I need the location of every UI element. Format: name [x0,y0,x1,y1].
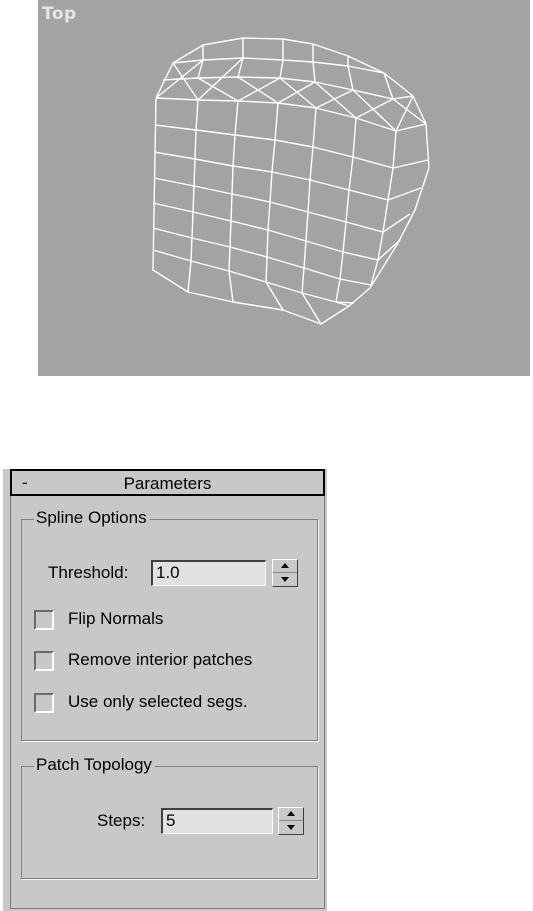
spline-options-title: Spline Options [34,508,150,528]
spinner-down-arrow-icon[interactable] [273,573,297,586]
steps-spinner[interactable] [278,807,304,835]
spinner-up-arrow-icon[interactable] [273,560,297,573]
threshold-field[interactable]: 1.0 [151,560,266,586]
threshold-label: Threshold: [48,563,129,582]
spline-options-group: Spline Options Threshold: 1.0 Flip Norma… [21,508,318,741]
steps-label: Steps: [97,811,146,830]
patch-topology-title: Patch Topology [34,755,155,775]
spinner-up-arrow-icon[interactable] [279,808,303,821]
flip-normals-label[interactable]: Flip Normals [68,609,163,629]
wireframe-patch-mesh [152,37,430,325]
threshold-spinner[interactable] [272,559,298,587]
parameters-rollout: - Parameters Spline Options Threshold: 1… [3,469,327,911]
remove-interior-checkbox[interactable] [34,651,54,671]
remove-interior-label[interactable]: Remove interior patches [68,650,252,670]
top-viewport[interactable]: Top [38,0,530,376]
patch-topology-group: Patch Topology Steps: 5 [21,755,318,879]
steps-field[interactable]: 5 [161,808,273,834]
use-selected-checkbox[interactable] [34,693,54,713]
spinner-down-arrow-icon[interactable] [279,821,303,834]
rollout-title: Parameters [123,474,212,493]
use-selected-label[interactable]: Use only selected segs. [68,692,248,712]
flip-normals-checkbox[interactable] [34,610,54,630]
rollout-header-parameters[interactable]: - Parameters [10,469,325,496]
